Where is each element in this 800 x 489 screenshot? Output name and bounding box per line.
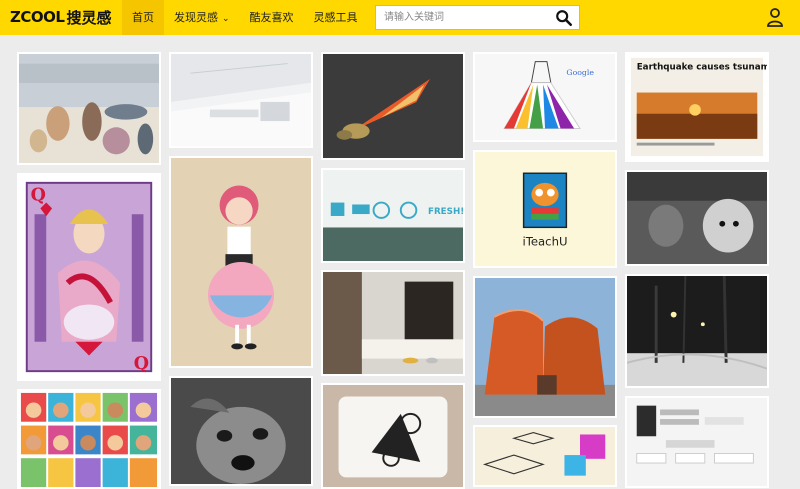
site-logo[interactable]: ZCOOL 搜灵感 <box>10 6 111 28</box>
nav-item-label: 发现灵感 <box>174 11 218 24</box>
inspiration-tile-iteachu-logo[interactable]: iTeachU <box>473 150 617 268</box>
nav-item-home[interactable]: 首页 <box>122 0 164 35</box>
search-icon[interactable] <box>555 9 573 27</box>
tile-image: Google <box>475 54 615 140</box>
tile-image <box>475 427 615 485</box>
inspiration-tile-rocket[interactable] <box>321 52 465 160</box>
nav-item-discover[interactable]: 发现灵感 ⌄ <box>164 0 240 35</box>
inspiration-tile-newspaper[interactable]: Earthquake causes tsunami fears <box>625 52 769 162</box>
tile-image <box>323 385 463 487</box>
tile-image <box>627 276 767 386</box>
tile-image <box>475 278 615 416</box>
tile-image <box>19 391 159 487</box>
chevron-down-icon: ⌄ <box>222 14 230 24</box>
freshi-text: FRESH! <box>428 207 463 217</box>
inspiration-tile-kitchen[interactable] <box>321 270 465 376</box>
tile-image <box>171 54 311 146</box>
tile-image <box>627 398 767 486</box>
inspiration-tile-girl-ball[interactable] <box>169 156 313 368</box>
newspaper-headline: Earthquake causes tsunami fears <box>637 62 767 72</box>
tile-image: FRESH! <box>323 170 463 261</box>
inspiration-tile-cubes[interactable] <box>473 425 617 487</box>
nav-item-label: 酷友喜欢 <box>249 11 294 24</box>
inspiration-tile-poodle[interactable] <box>625 170 769 266</box>
tile-image <box>171 158 311 366</box>
inspiration-tile-beach-people[interactable] <box>17 52 161 165</box>
inspiration-tile-freshi-illustration[interactable]: FRESH! <box>321 168 465 263</box>
inspiration-tile-pavilion[interactable] <box>473 276 617 418</box>
tile-image <box>19 54 159 163</box>
iteachu-text: iTeachU <box>522 235 567 249</box>
user-icon[interactable] <box>766 7 784 27</box>
google-text: Google <box>566 68 594 77</box>
nav-item-label: 首页 <box>132 11 154 24</box>
logo-wordmark: ZCOOL <box>10 8 65 26</box>
nav-item-tools[interactable]: 灵感工具 <box>304 0 368 35</box>
inspiration-tile-dog-bw[interactable] <box>169 376 313 486</box>
tile-image: iTeachU <box>475 152 615 266</box>
logo-chinese-text: 搜灵感 <box>66 8 112 27</box>
inspiration-tile-sketch-robot[interactable] <box>321 383 465 489</box>
inspiration-tile-white-room[interactable] <box>169 52 313 148</box>
svg-text:Q: Q <box>134 354 149 374</box>
tile-image: Earthquake causes tsunami fears <box>627 54 767 160</box>
inspiration-tile-ui-kit[interactable] <box>625 396 769 488</box>
nav-item-friends-likes[interactable]: 酷友喜欢 <box>240 0 304 35</box>
main-nav: 首页 发现灵感 ⌄ 酷友喜欢 灵感工具 <box>122 0 368 35</box>
tile-image: Q Q <box>19 175 159 379</box>
inspiration-tile-google-dress[interactable]: Google <box>473 52 617 142</box>
tile-image <box>171 378 311 484</box>
top-navigation-bar: ZCOOL 搜灵感 首页 发现灵感 ⌄ 酷友喜欢 灵感工具 <box>0 0 800 35</box>
svg-text:Q: Q <box>31 185 46 205</box>
search-box <box>375 5 580 30</box>
tile-image <box>627 172 767 264</box>
inspiration-tile-avatars-grid[interactable] <box>17 389 161 489</box>
inspiration-tile-queen-card[interactable]: Q Q <box>17 173 161 381</box>
tile-image <box>323 54 463 158</box>
nav-item-label: 灵感工具 <box>313 11 358 24</box>
search-input[interactable] <box>376 6 551 29</box>
tile-image <box>323 272 463 374</box>
inspiration-tile-snow-night[interactable] <box>625 274 769 388</box>
